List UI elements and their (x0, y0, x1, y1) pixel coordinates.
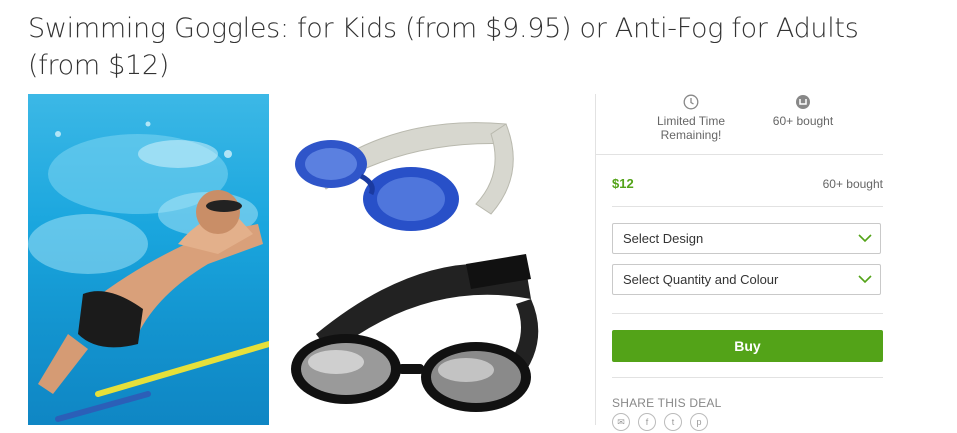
buy-button[interactable]: Buy (612, 330, 883, 362)
quantity-colour-select[interactable]: Select Quantity and Colour (612, 264, 881, 295)
email-icon[interactable]: ✉ (612, 413, 630, 431)
bought-count-label: 60+ bought (772, 114, 834, 128)
quantity-select-label: Select Quantity and Colour (623, 272, 779, 287)
design-select-label: Select Design (623, 231, 704, 246)
pinterest-icon[interactable]: p (690, 413, 708, 431)
bought-count-stat: 60+ bought (748, 94, 858, 128)
limited-time-stat: Limited Time Remaining! (636, 94, 746, 142)
black-goggles (291, 254, 539, 412)
bought-count: 60+ bought (822, 177, 883, 191)
share-label: SHARE THIS DEAL (612, 396, 722, 410)
twitter-icon[interactable]: t (664, 413, 682, 431)
chevron-down-icon (858, 234, 872, 243)
deal-sidebar: Limited Time Remaining! 60+ bought $12 6… (595, 94, 883, 431)
chevron-down-icon (858, 275, 872, 284)
blue-goggles (295, 122, 514, 231)
goggles-photo[interactable] (276, 94, 583, 425)
design-select[interactable]: Select Design (612, 223, 881, 254)
deal-title: Swimming Goggles: for Kids (from $9.95) … (28, 13, 859, 81)
image-gallery (28, 94, 583, 425)
share-icons: ✉ f t p (612, 413, 732, 433)
bought-icon (795, 94, 811, 110)
swimmer-photo[interactable] (28, 94, 269, 425)
price-row: $12 60+ bought (612, 154, 883, 207)
limited-time-label: Limited Time Remaining! (656, 114, 726, 142)
divider (612, 313, 883, 314)
price: $12 (612, 176, 634, 191)
divider (612, 377, 883, 378)
stats-row: Limited Time Remaining! 60+ bought (596, 94, 883, 155)
clock-icon (683, 94, 699, 110)
facebook-icon[interactable]: f (638, 413, 656, 431)
